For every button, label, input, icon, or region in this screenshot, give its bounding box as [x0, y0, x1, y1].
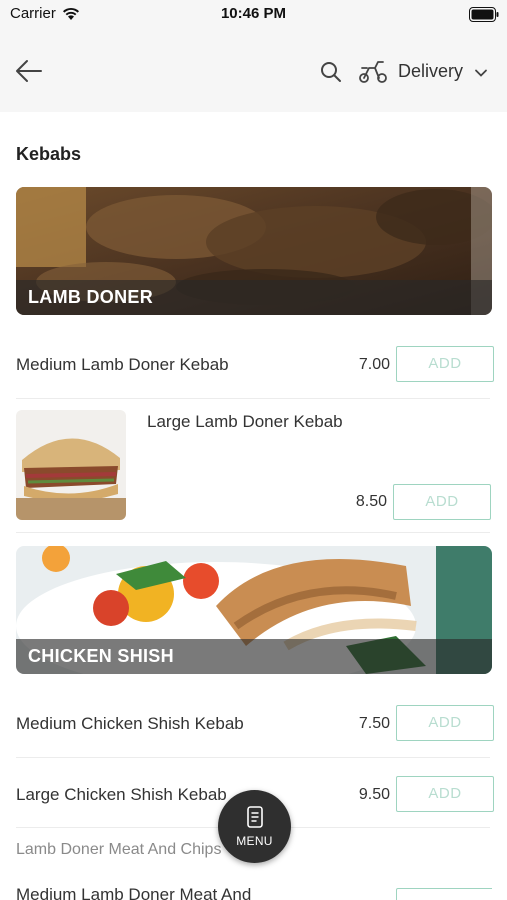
doner-wrap-image	[16, 410, 126, 520]
chevron-down-icon[interactable]	[474, 66, 488, 80]
menu-card-icon	[247, 806, 263, 828]
list-item[interactable]: Medium Lamb Doner Kebab 7.00 ADD	[16, 346, 494, 386]
sub-category-heading: Lamb Doner Meat And Chips	[16, 841, 222, 858]
menu-button[interactable]: MENU	[218, 790, 291, 863]
banner-label: CHICKEN SHISH	[28, 646, 174, 666]
search-icon[interactable]	[319, 60, 343, 84]
item-name: Medium Chicken Shish Kebab	[16, 714, 244, 733]
item-thumbnail[interactable]	[16, 410, 126, 520]
back-arrow-icon[interactable]	[14, 57, 44, 85]
item-name: Medium Lamb Doner Meat And	[16, 885, 252, 900]
item-price: 9.50	[358, 786, 390, 803]
item-price: 8.50	[355, 493, 387, 510]
item-price: 7.00	[358, 356, 390, 373]
delivery-mode-selector[interactable]: Delivery	[398, 61, 463, 82]
item-name: Medium Lamb Doner Kebab	[16, 355, 229, 374]
top-navigation-bar: Delivery	[0, 30, 507, 112]
status-time: 10:46 PM	[220, 5, 287, 22]
add-button[interactable]: ADD	[396, 705, 494, 741]
item-price: 7.50	[358, 715, 390, 732]
item-name: Large Chicken Shish Kebab	[16, 785, 227, 804]
item-name: Large Lamb Doner Kebab	[147, 412, 343, 431]
add-button[interactable]: ADD	[396, 776, 494, 812]
section-title: Kebabs	[16, 144, 82, 164]
menu-button-label: MENU	[236, 834, 273, 848]
category-banner-chicken-shish[interactable]: CHICKEN SHISH	[16, 546, 492, 674]
divider	[16, 757, 490, 758]
list-item[interactable]: Medium Chicken Shish Kebab 7.50 ADD	[16, 705, 494, 745]
add-button[interactable]: ADD	[396, 346, 494, 382]
divider	[16, 532, 490, 533]
add-button[interactable]: ADD	[393, 484, 491, 520]
add-button[interactable]	[396, 888, 492, 900]
battery-icon	[469, 7, 499, 22]
scooter-icon[interactable]	[358, 58, 388, 84]
divider	[16, 398, 490, 399]
category-banner-lamb-doner[interactable]: LAMB DONER	[16, 187, 492, 315]
banner-label: LAMB DONER	[28, 287, 153, 307]
list-item[interactable]: Medium Lamb Doner Meat And	[16, 884, 492, 900]
status-bar: Carrier 10:46 PM	[0, 0, 507, 30]
